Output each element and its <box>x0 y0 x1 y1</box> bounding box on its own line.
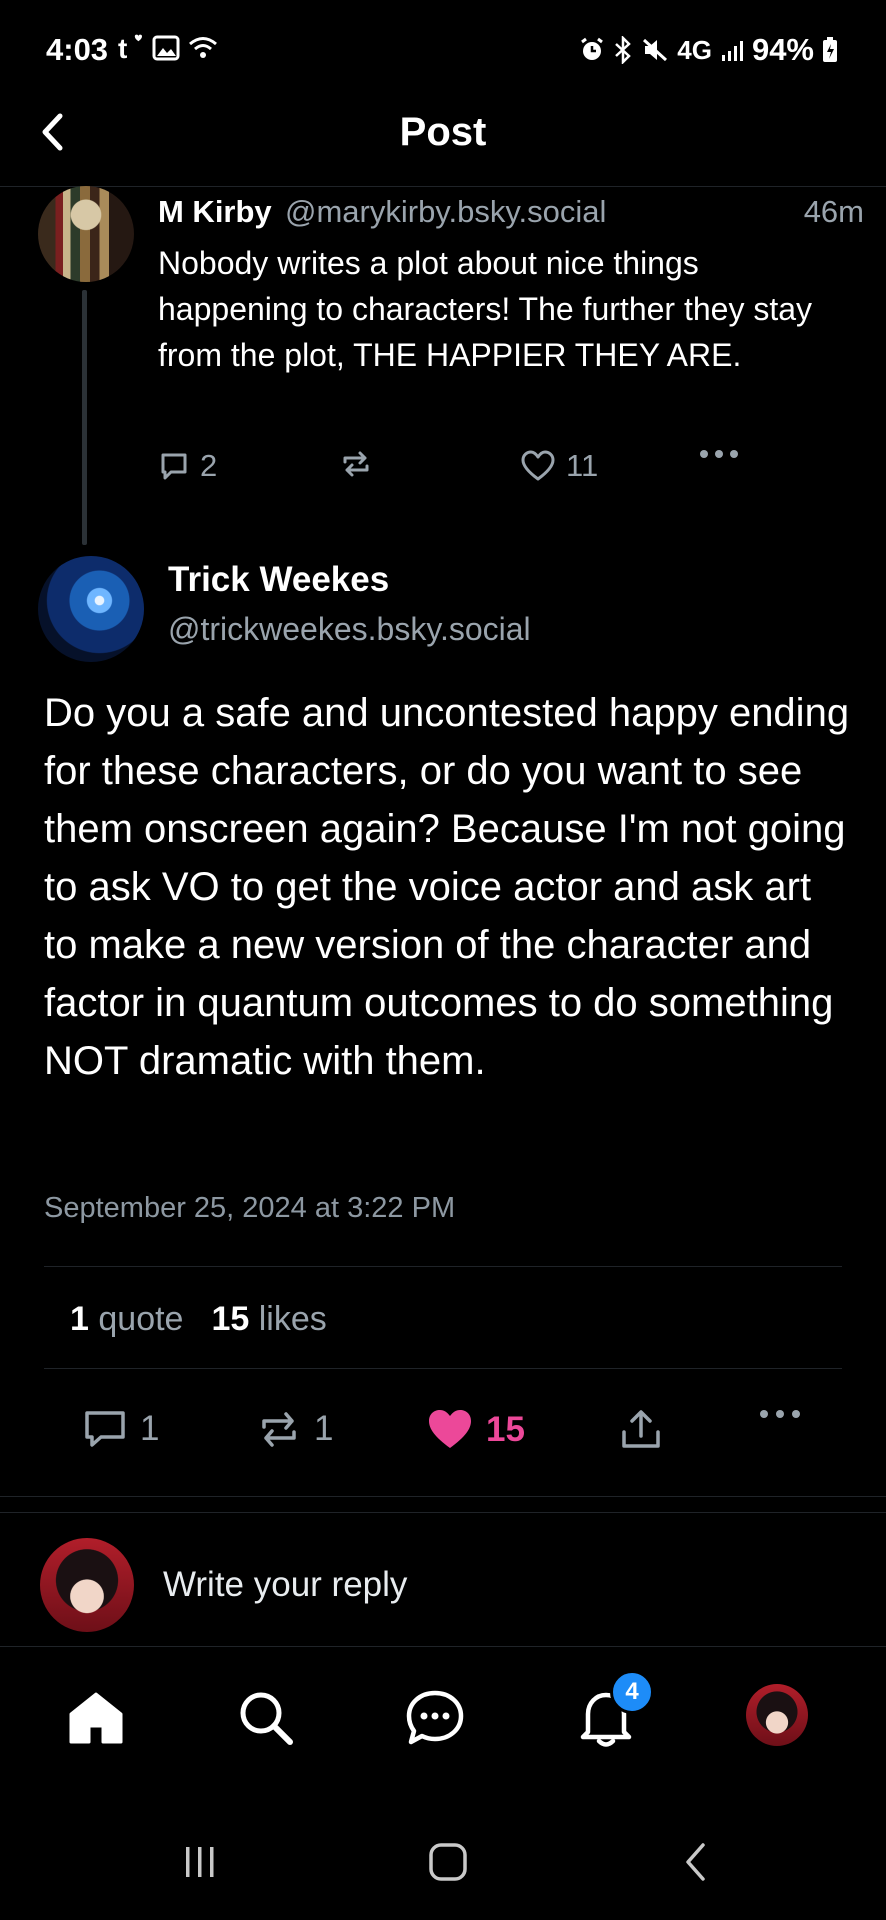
parent-repost-button[interactable] <box>338 448 374 480</box>
page-title: Post <box>399 110 487 154</box>
parent-reply-count: 2 <box>200 448 218 483</box>
main-reply-count: 1 <box>140 1409 160 1448</box>
divider <box>0 1512 886 1513</box>
notifications-badge: 4 <box>610 1670 654 1714</box>
alarm-icon <box>579 37 605 63</box>
status-right-cluster: 4G 94% <box>579 32 838 68</box>
gallery-icon <box>152 35 180 61</box>
parent-more-button[interactable] <box>698 448 740 460</box>
main-like-button[interactable]: 15 <box>426 1408 525 1452</box>
nav-search[interactable] <box>236 1688 296 1748</box>
bluetooth-icon <box>613 36 633 64</box>
parent-reply-button[interactable]: 2 <box>158 448 217 484</box>
chat-icon <box>406 1690 464 1745</box>
engagement-stats: 1 quote 15 likes <box>70 1300 327 1339</box>
recent-apps-button[interactable] <box>170 1840 230 1884</box>
divider <box>0 1496 886 1497</box>
divider <box>44 1368 842 1369</box>
repost-icon <box>262 1412 296 1447</box>
main-post-date: September 25, 2024 at 3:22 PM <box>44 1192 456 1224</box>
back-arrow-icon <box>686 1843 705 1881</box>
reply-icon <box>161 453 187 480</box>
main-author-handle[interactable]: @trickweekes.bsky.social <box>168 611 531 648</box>
header-divider <box>0 186 886 187</box>
wifi-icon <box>188 35 218 61</box>
parent-action-bar: 2 11 <box>158 448 758 492</box>
main-repost-button[interactable]: 1 <box>256 1408 333 1450</box>
home-system-button[interactable] <box>418 1840 478 1884</box>
recents-icon <box>186 1847 214 1877</box>
main-reply-button[interactable]: 1 <box>82 1408 159 1450</box>
parent-post-text[interactable]: Nobody writes a plot about nice things h… <box>158 240 848 378</box>
main-author-name[interactable]: Trick Weekes <box>168 560 389 600</box>
back-system-button[interactable] <box>666 1840 726 1884</box>
parent-timestamp: 46m <box>803 194 864 229</box>
nav-chat[interactable] <box>405 1688 465 1748</box>
more-icon <box>760 1410 800 1418</box>
home-square-icon <box>429 1843 467 1881</box>
thread-line <box>82 290 87 545</box>
main-action-bar: 1 1 15 <box>82 1408 822 1462</box>
divider <box>0 1646 886 1647</box>
battery-percent: 94% <box>751 32 814 67</box>
mute-icon <box>641 37 669 63</box>
heart-icon <box>521 450 555 481</box>
status-time: 4:03 <box>46 32 109 67</box>
nav-profile-avatar[interactable] <box>746 1684 808 1746</box>
parent-like-button[interactable]: 11 <box>520 448 598 484</box>
quote-label: quote <box>98 1300 184 1338</box>
main-like-count-action: 15 <box>486 1410 525 1449</box>
repost-icon <box>343 451 369 477</box>
share-button[interactable] <box>618 1408 664 1452</box>
parent-author-handle[interactable]: @marykirby.bsky.social <box>285 194 606 230</box>
network-type: 4G <box>677 34 712 65</box>
nav-home[interactable] <box>66 1688 126 1748</box>
quote-count: 1 <box>70 1300 89 1338</box>
status-left-icons: t <box>118 34 218 62</box>
tumblr-icon: t <box>118 34 144 62</box>
signal-icon <box>720 38 744 62</box>
like-label: likes <box>258 1300 327 1338</box>
avatar-m-kirby[interactable] <box>38 186 134 282</box>
quotes-stat[interactable]: 1 quote <box>70 1300 183 1339</box>
more-icon <box>700 450 738 458</box>
current-user-avatar <box>40 1538 134 1632</box>
share-icon <box>622 1410 660 1448</box>
likes-stat[interactable]: 15 likes <box>211 1300 326 1339</box>
svg-text:t: t <box>118 34 127 62</box>
like-count: 15 <box>211 1300 250 1338</box>
avatar-trick-weekes[interactable] <box>38 556 144 662</box>
heart-filled-icon <box>429 1410 471 1448</box>
battery-icon <box>822 36 838 64</box>
main-repost-count: 1 <box>314 1409 334 1448</box>
divider <box>44 1266 842 1267</box>
search-icon <box>240 1692 293 1745</box>
parent-author-name[interactable]: M Kirby <box>158 194 272 230</box>
reply-icon <box>85 1411 125 1447</box>
home-icon <box>69 1692 123 1744</box>
main-post-text[interactable]: Do you a safe and uncontested happy endi… <box>44 684 854 1090</box>
reply-input[interactable]: Write your reply <box>163 1565 407 1605</box>
main-more-button[interactable] <box>758 1408 802 1420</box>
parent-like-count: 11 <box>566 448 599 483</box>
